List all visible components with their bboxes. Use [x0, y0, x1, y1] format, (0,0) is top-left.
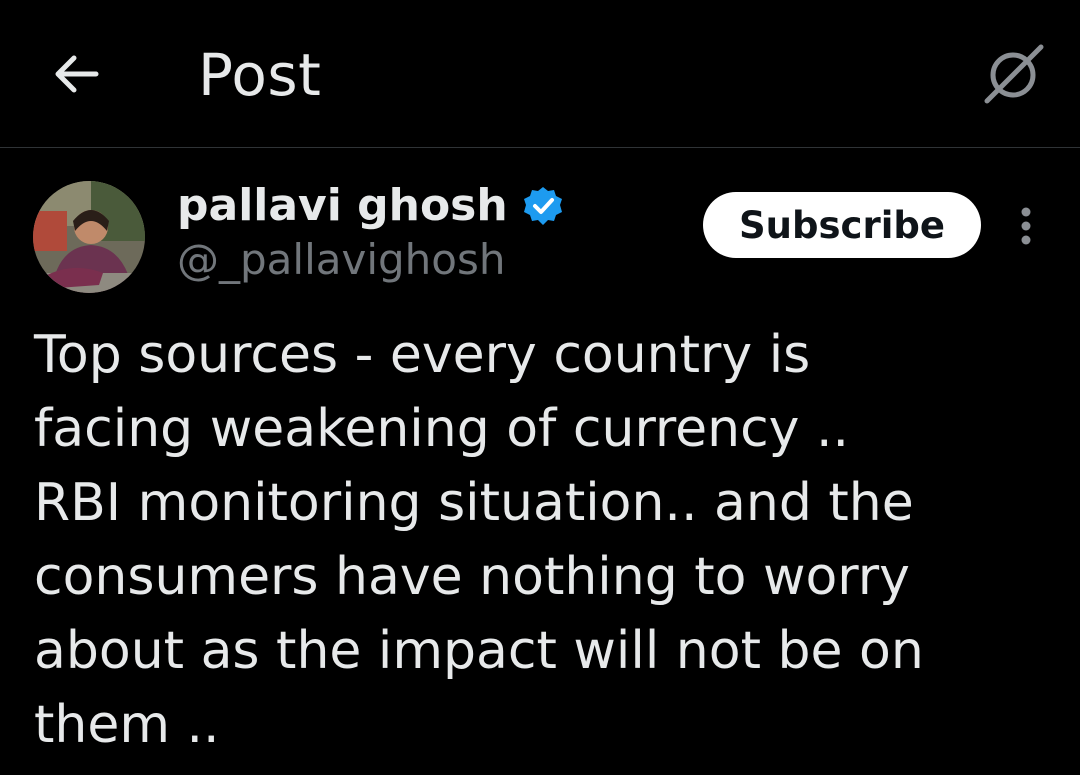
- back-button[interactable]: [44, 44, 108, 104]
- author-name-row[interactable]: pallavi ghosh: [177, 176, 564, 236]
- grok-icon: [984, 44, 1044, 104]
- top-app-bar: Post: [0, 0, 1080, 148]
- more-vertical-icon: [1021, 207, 1031, 245]
- page-title: Post: [198, 41, 322, 109]
- post-text-line: about as the impact will not be on: [34, 621, 924, 681]
- avatar-photo: [33, 181, 145, 293]
- more-options-button[interactable]: [1004, 196, 1048, 256]
- arrow-left-icon: [55, 55, 99, 93]
- avatar[interactable]: [33, 181, 145, 293]
- author-handle[interactable]: @_pallavighosh: [177, 232, 505, 288]
- post-text: Top sources - every country is facing we…: [34, 318, 1034, 762]
- verified-badge-icon: [522, 185, 564, 227]
- post-text-line: RBI monitoring situation.. and the: [34, 473, 914, 533]
- post-text-line: consumers have nothing to worry: [34, 547, 910, 607]
- post-text-line: them ..: [34, 695, 220, 755]
- grok-button[interactable]: [978, 38, 1050, 110]
- post-text-line: facing weakening of currency ..: [34, 399, 850, 459]
- post-text-line: Top sources - every country is: [34, 325, 811, 385]
- author-name: pallavi ghosh: [177, 180, 508, 231]
- subscribe-button[interactable]: Subscribe: [703, 192, 981, 258]
